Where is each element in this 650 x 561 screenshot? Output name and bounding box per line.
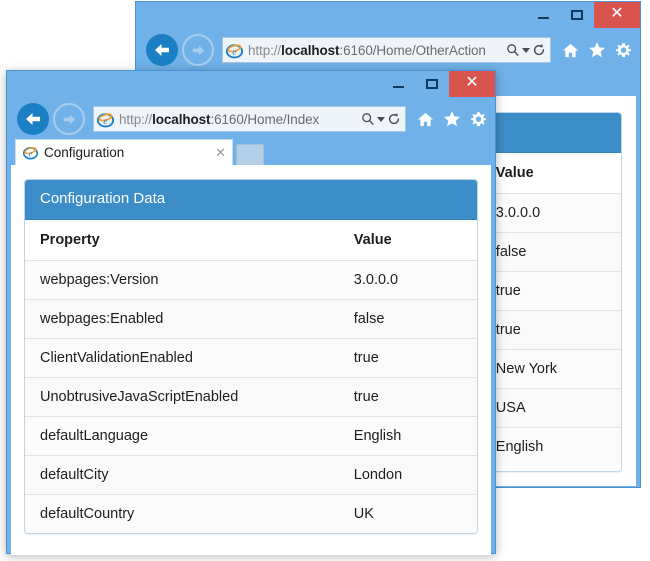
settings-gear-icon[interactable]	[470, 111, 487, 128]
desktop: ✕ e http://localhost:6160/Home/OtherActi…	[0, 0, 650, 561]
close-button[interactable]: ✕	[594, 2, 640, 28]
cell-property: webpages:Enabled	[25, 298, 339, 338]
cell-property: defaultLanguage	[25, 415, 339, 455]
column-header-value: Value	[477, 152, 621, 193]
tab-title: Configuration	[44, 145, 125, 160]
cell-property: defaultCity	[25, 454, 339, 494]
minimize-button[interactable]	[381, 71, 415, 97]
svg-text:e: e	[103, 117, 107, 127]
toolbar-icons	[406, 110, 487, 128]
url-path: :6160/Home/OtherAction	[339, 42, 486, 58]
search-icon[interactable]	[506, 43, 520, 57]
navigation-bar-background: e http://localhost:6160/Home/OtherAction	[136, 30, 640, 70]
address-bar-icons	[357, 112, 401, 126]
url-host: localhost	[281, 42, 340, 58]
cell-value: false	[338, 298, 477, 338]
table-row: UnobtrusiveJavaScriptEnabled true	[25, 376, 477, 416]
titlebar-foreground[interactable]: ✕	[7, 71, 495, 99]
table-row: webpages:Enabled false	[25, 298, 477, 338]
favorites-star-icon[interactable]	[443, 110, 461, 128]
cell-property: webpages:Version	[25, 259, 339, 299]
cell-property: ClientValidationEnabled	[25, 337, 339, 377]
cell-value: true	[477, 309, 621, 349]
home-icon[interactable]	[562, 42, 579, 59]
tab-configuration-foreground[interactable]: e Configuration ✕	[15, 139, 233, 165]
forward-button[interactable]	[53, 103, 85, 135]
column-header-property: Property	[25, 219, 339, 260]
home-icon[interactable]	[417, 111, 434, 128]
cell-value: false	[477, 231, 621, 271]
table-header-row: Property Value	[25, 219, 477, 260]
cell-property: defaultCountry	[25, 493, 339, 533]
chevron-down-icon[interactable]	[522, 47, 530, 53]
table-row: defaultCity London	[25, 454, 477, 494]
svg-text:e: e	[232, 48, 236, 58]
configuration-panel-foreground: Configuration Data Property Value webpag…	[24, 179, 478, 534]
url-scheme: http://	[248, 42, 282, 58]
maximize-button[interactable]	[415, 71, 449, 97]
cell-value: USA	[477, 387, 621, 427]
refresh-icon[interactable]	[532, 43, 546, 57]
toolbar-icons	[551, 41, 632, 59]
back-button[interactable]	[17, 103, 49, 135]
forward-button[interactable]	[182, 34, 214, 66]
cell-value: London	[338, 454, 477, 494]
address-bar[interactable]: e http://localhost:6160/Home/OtherAction	[222, 37, 551, 63]
chevron-down-icon[interactable]	[377, 116, 385, 122]
svg-text:e: e	[29, 150, 33, 159]
cell-value: true	[477, 270, 621, 310]
cell-value: 3.0.0.0	[477, 192, 621, 232]
table-row: defaultLanguage English	[25, 415, 477, 455]
url-path: :6160/Home/Index	[210, 111, 320, 127]
window-controls-foreground: ✕	[381, 71, 495, 97]
url-scheme: http://	[119, 111, 153, 127]
titlebar-background[interactable]: ✕	[136, 2, 640, 30]
cell-value: true	[338, 337, 477, 377]
table-row: webpages:Version 3.0.0.0	[25, 259, 477, 299]
cell-value: English	[338, 415, 477, 455]
address-bar[interactable]: e http://localhost:6160/Home/Index	[93, 106, 406, 132]
page-content-foreground: Configuration Data Property Value webpag…	[11, 165, 491, 555]
settings-gear-icon[interactable]	[615, 42, 632, 59]
tab-close-icon[interactable]: ✕	[215, 146, 226, 159]
cell-value: New York	[477, 348, 621, 388]
maximize-button[interactable]	[560, 2, 594, 28]
navigation-bar-foreground: e http://localhost:6160/Home/Index	[7, 99, 495, 139]
ie-logo-icon: e	[97, 112, 114, 127]
favorites-star-icon[interactable]	[588, 41, 606, 59]
tab-strip-foreground: e Configuration ✕	[7, 139, 495, 165]
cell-value: true	[338, 376, 477, 416]
cell-value: English	[477, 426, 621, 466]
close-button[interactable]: ✕	[449, 71, 495, 97]
cell-value: UK	[338, 493, 477, 533]
address-bar-icons	[502, 43, 546, 57]
minimize-button[interactable]	[526, 2, 560, 28]
browser-window-foreground[interactable]: ✕ e http://localhost:6160/Home/Index e C…	[6, 70, 496, 555]
url-text: http://localhost:6160/Home/OtherAction	[248, 43, 502, 58]
ie-favicon-icon: e	[23, 147, 38, 160]
table-row: defaultCountry UK	[25, 493, 477, 533]
cell-property: UnobtrusiveJavaScriptEnabled	[25, 376, 339, 416]
cell-value: 3.0.0.0	[338, 259, 477, 299]
url-host: localhost	[152, 111, 211, 127]
column-header-value: Value	[338, 219, 477, 260]
refresh-icon[interactable]	[387, 112, 401, 126]
new-tab-button[interactable]	[236, 144, 264, 165]
window-controls-background: ✕	[526, 2, 640, 28]
back-button[interactable]	[146, 34, 178, 66]
configuration-table-foreground: Property Value webpages:Version 3.0.0.0 …	[25, 219, 477, 533]
table-row: ClientValidationEnabled true	[25, 337, 477, 377]
search-icon[interactable]	[361, 112, 375, 126]
panel-heading-foreground: Configuration Data	[25, 180, 477, 220]
ie-logo-icon: e	[226, 43, 243, 58]
table-body-foreground: webpages:Version 3.0.0.0 webpages:Enable…	[25, 259, 477, 533]
url-text: http://localhost:6160/Home/Index	[119, 112, 357, 127]
